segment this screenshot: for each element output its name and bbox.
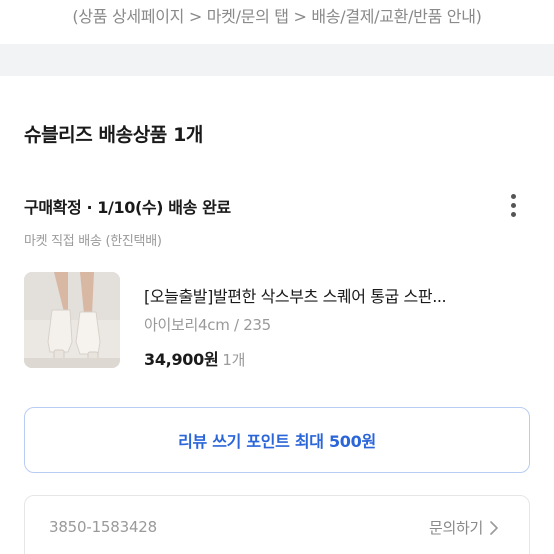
section-title: 슈블리즈 배송상품 1개	[24, 124, 203, 146]
price-line: 34,900원 1개	[144, 346, 245, 370]
product-price: 34,900원	[144, 350, 219, 369]
inquiry-label: 문의하기	[428, 519, 483, 537]
chevron-right-icon	[490, 520, 498, 535]
section-divider	[0, 44, 554, 76]
product-quantity: 1개	[222, 351, 246, 369]
product-thumbnail-image[interactable]	[24, 272, 120, 368]
order-card: 슈블리즈 배송상품 1개 구매확정 · 1/10(수) 배송 완료 마켓 직접 …	[0, 76, 554, 554]
write-review-button[interactable]: 리뷰 쓰기 포인트 최대 500원	[24, 407, 530, 473]
order-status: 구매확정 · 1/10(수) 배송 완료	[24, 198, 231, 217]
shipping-method: 마켓 직접 배송 (한진택배)	[24, 234, 162, 249]
product-name[interactable]: [오늘출발]발편한 삭스부츠 스퀘어 통굽 스판...	[144, 283, 446, 307]
product-option: 아이보리4cm / 235	[144, 316, 271, 334]
more-options-button[interactable]	[500, 190, 526, 220]
seller-contact-row: 3850-1583428 문의하기	[24, 495, 530, 554]
more-vertical-icon	[510, 193, 516, 199]
top-instruction-note: (상품 상세페이지 > 마켓/문의 탭 > 배송/결제/교환/반품 안내)	[72, 7, 482, 26]
inquiry-button[interactable]: 문의하기	[429, 517, 499, 538]
boots-image	[24, 272, 120, 368]
seller-phone: 3850-1583428	[49, 518, 157, 536]
